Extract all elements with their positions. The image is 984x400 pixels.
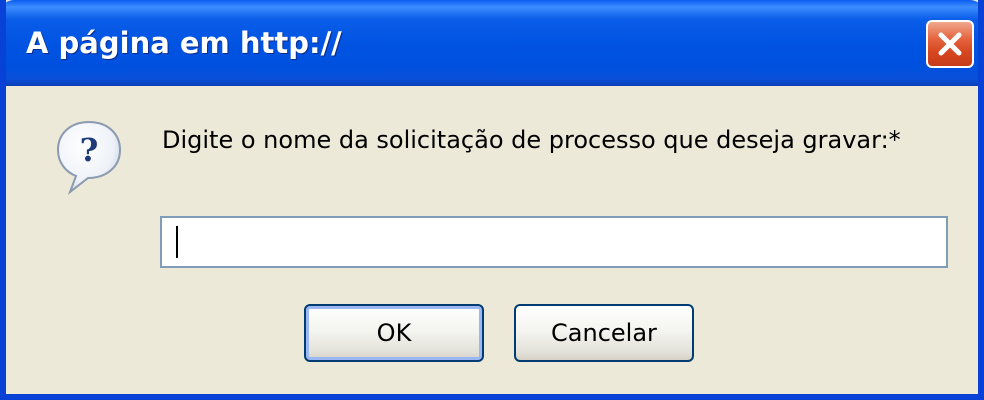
title-bar[interactable]: A página em http:// <box>6 0 978 86</box>
text-caret <box>176 226 178 258</box>
cancel-button[interactable]: Cancelar <box>514 304 694 362</box>
prompt-label: Digite o nome da solicitação de processo… <box>162 126 901 154</box>
prompt-dialog: A página em http:// ? Digite o nome da s… <box>0 0 984 400</box>
close-button[interactable] <box>926 20 974 68</box>
name-input[interactable] <box>160 216 948 268</box>
question-icon: ? <box>56 120 122 195</box>
close-icon <box>938 32 962 56</box>
window-title: A página em http:// <box>26 26 342 60</box>
ok-button[interactable]: OK <box>304 304 484 362</box>
svg-text:?: ? <box>80 131 99 169</box>
